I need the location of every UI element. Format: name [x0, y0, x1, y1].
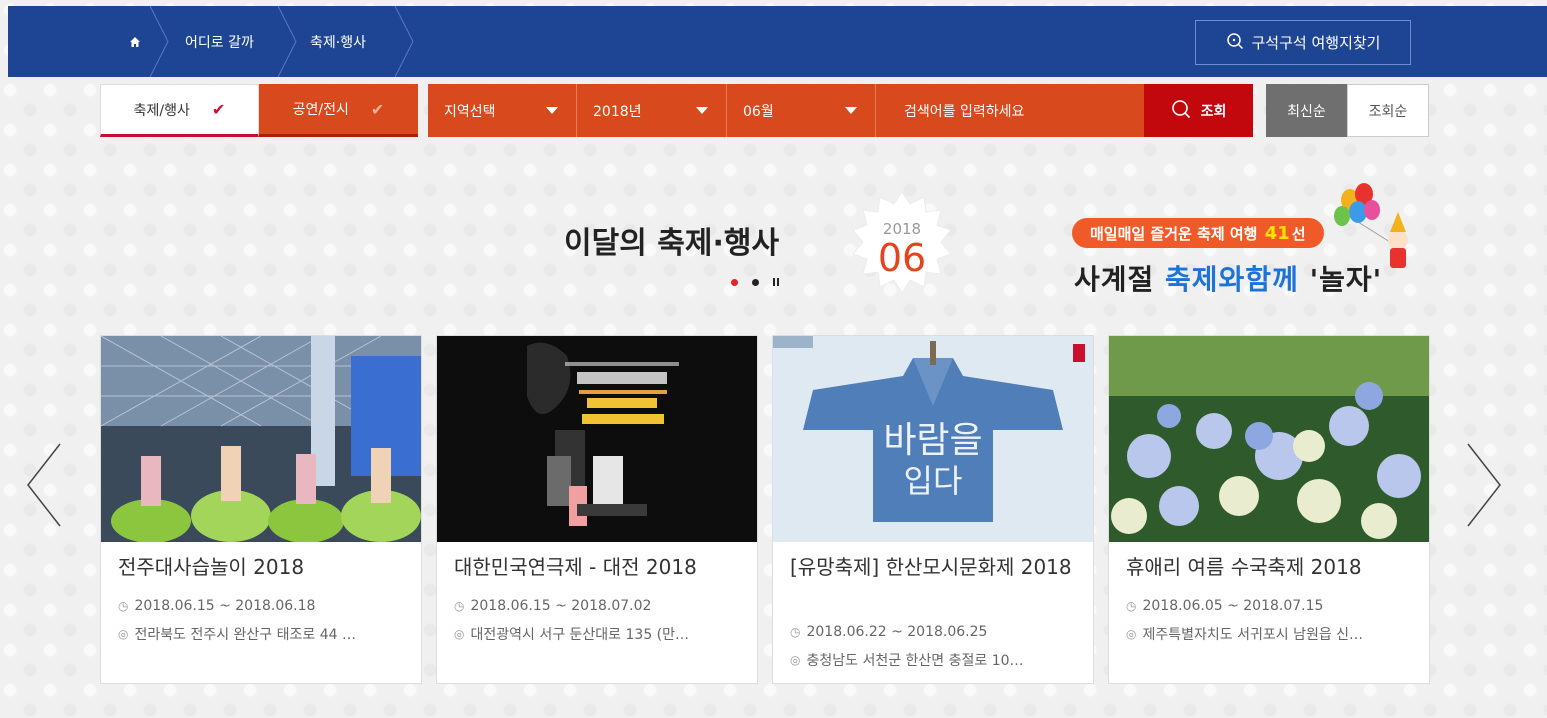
event-card-date: ◷ 2018.06.05 ~ 2018.07.15	[1126, 598, 1416, 614]
carousel-dot[interactable]	[731, 278, 738, 286]
promo-slogan-left: 사계절	[1074, 263, 1155, 296]
event-card[interactable]: 대한민국연극제 - 대전 2018 ◷ 2018.06.15 ~ 2018.07…	[436, 335, 758, 684]
location-pin-icon: ◎	[1126, 627, 1137, 641]
event-card-title[interactable]: [유망축제] 한산모시문화제 2018	[790, 554, 1080, 580]
month-select[interactable]: 06월	[727, 84, 876, 137]
event-card-date: ◷ 2018.06.15 ~ 2018.07.02	[454, 598, 744, 614]
chevron-down-icon	[845, 107, 857, 114]
find-destination-button[interactable]: 구석구석 여행지찾기	[1195, 20, 1411, 65]
clock-icon: ◷	[118, 599, 129, 613]
sort-latest-button[interactable]: 최신순	[1266, 84, 1347, 137]
svg-text:입다: 입다	[904, 462, 963, 500]
pause-icon[interactable]	[773, 278, 779, 286]
breadcrumb-item-festival[interactable]: 축제·행사	[310, 6, 366, 77]
event-card-date-text: 2018.06.22 ~ 2018.06.25	[806, 624, 988, 640]
location-pin-icon: ◎	[118, 627, 129, 641]
promo-pill-prefix: 매일매일 즐거운 축제 여행	[1090, 224, 1258, 243]
event-card[interactable]: 바람을 입다 [유망축제] 한산모시문화제 2018 ◷ 2018.06.22 …	[772, 335, 1094, 684]
clock-icon: ◷	[790, 625, 801, 639]
location-pin-icon: ◎	[454, 627, 465, 641]
chevron-down-icon	[546, 107, 558, 114]
event-card-image[interactable]: 바람을 입다	[773, 336, 1093, 542]
clock-icon: ◷	[454, 599, 465, 613]
event-card-image[interactable]	[437, 336, 757, 542]
event-card-location-text: 제주특별자치도 서귀포시 남원읍 신…	[1142, 627, 1364, 643]
home-icon[interactable]	[120, 6, 150, 77]
search-input[interactable]: 검색어를 입력하세요	[876, 84, 1144, 137]
event-card-date-text: 2018.06.05 ~ 2018.07.15	[1142, 598, 1324, 614]
breadcrumb-item-where-to-go[interactable]: 어디로 갈까	[185, 6, 254, 77]
search-icon	[1226, 32, 1244, 54]
event-card-location: ◎ 전라북도 전주시 완산구 태조로 44 …	[118, 624, 408, 644]
check-icon: ✔	[211, 100, 226, 119]
breadcrumb-separator-icon	[277, 5, 298, 78]
top-nav-bar: 어디로 갈까 축제·행사 구석구석 여행지찾기	[8, 5, 1547, 78]
region-select[interactable]: 지역선택	[428, 84, 577, 137]
event-card-location: ◎ 대전광역시 서구 둔산대로 135 (만…	[454, 624, 744, 644]
event-card-title[interactable]: 전주대사습놀이 2018	[118, 554, 408, 580]
event-card[interactable]: 휴애리 여름 수국축제 2018 ◷ 2018.06.05 ~ 2018.07.…	[1108, 335, 1430, 684]
carousel-pagination	[731, 278, 779, 286]
month-select-value: 06월	[743, 103, 774, 120]
sort-views-button[interactable]: 조회순	[1347, 84, 1429, 137]
event-card-date-text: 2018.06.15 ~ 2018.06.18	[134, 598, 316, 614]
promo-pill-banner[interactable]: 매일매일 즐거운 축제 여행 41 선	[1072, 218, 1324, 248]
chevron-down-icon	[696, 107, 708, 114]
event-card-location-text: 전라북도 전주시 완산구 태조로 44 …	[134, 627, 356, 643]
event-card-location: ◎ 제주특별자치도 서귀포시 남원읍 신…	[1126, 624, 1416, 644]
event-card-location-text: 충청남도 서천군 한산면 충절로 10…	[806, 653, 1024, 669]
event-card-date: ◷ 2018.06.22 ~ 2018.06.25	[790, 624, 1080, 640]
next-arrow-icon[interactable]	[1464, 440, 1504, 530]
location-pin-icon: ◎	[790, 653, 801, 667]
check-icon: ✔	[370, 99, 385, 119]
page-title: 이달의 축제·행사	[564, 226, 780, 261]
year-select-value: 2018년	[593, 103, 642, 120]
breadcrumb-separator-icon	[149, 5, 170, 78]
event-card-image[interactable]	[1109, 336, 1429, 542]
breadcrumb-separator-icon	[394, 5, 415, 78]
promo-main-slogan[interactable]: 사계절 축제와함께 '놀자'	[1074, 258, 1382, 298]
filter-bar: 지역선택 2018년 06월 검색어를 입력하세요	[428, 84, 1144, 137]
year-select[interactable]: 2018년	[577, 84, 727, 137]
clock-icon: ◷	[1126, 599, 1137, 613]
tab-festival-label: 축제/행사	[133, 102, 190, 119]
svg-text:바람을: 바람을	[883, 420, 982, 461]
promo-slogan-right: '놀자'	[1309, 263, 1383, 296]
search-icon	[1171, 99, 1191, 123]
tab-festival[interactable]: 축제/행사 ✔	[100, 84, 259, 137]
event-card[interactable]: 전주대사습놀이 2018 ◷ 2018.06.15 ~ 2018.06.18 ◎…	[100, 335, 422, 684]
event-card-location: ◎ 충청남도 서천군 한산면 충절로 10…	[790, 650, 1080, 670]
event-card-image[interactable]	[101, 336, 421, 542]
search-button[interactable]: 조회	[1144, 84, 1253, 137]
region-select-value: 지역선택	[444, 103, 496, 120]
prev-arrow-icon[interactable]	[24, 440, 64, 530]
event-card-date-text: 2018.06.15 ~ 2018.07.02	[470, 598, 652, 614]
event-card-location-text: 대전광역시 서구 둔산대로 135 (만…	[470, 627, 690, 643]
promo-pill-number: 41	[1264, 222, 1290, 244]
search-button-label: 조회	[1200, 103, 1227, 120]
tab-performance-label: 공연/전시	[292, 102, 349, 118]
badge-month: 06	[877, 236, 927, 280]
event-card-date: ◷ 2018.06.15 ~ 2018.06.18	[118, 598, 408, 614]
carousel-dot[interactable]	[752, 278, 759, 286]
event-card-title[interactable]: 휴애리 여름 수국축제 2018	[1126, 554, 1416, 580]
find-destination-label: 구석구석 여행지찾기	[1251, 34, 1381, 52]
tab-performance[interactable]: 공연/전시 ✔	[259, 84, 418, 137]
promo-slogan-blue: 축제와함께	[1165, 263, 1299, 296]
promo-pill-suffix: 선	[1291, 224, 1306, 243]
event-card-title[interactable]: 대한민국연극제 - 대전 2018	[454, 554, 744, 580]
